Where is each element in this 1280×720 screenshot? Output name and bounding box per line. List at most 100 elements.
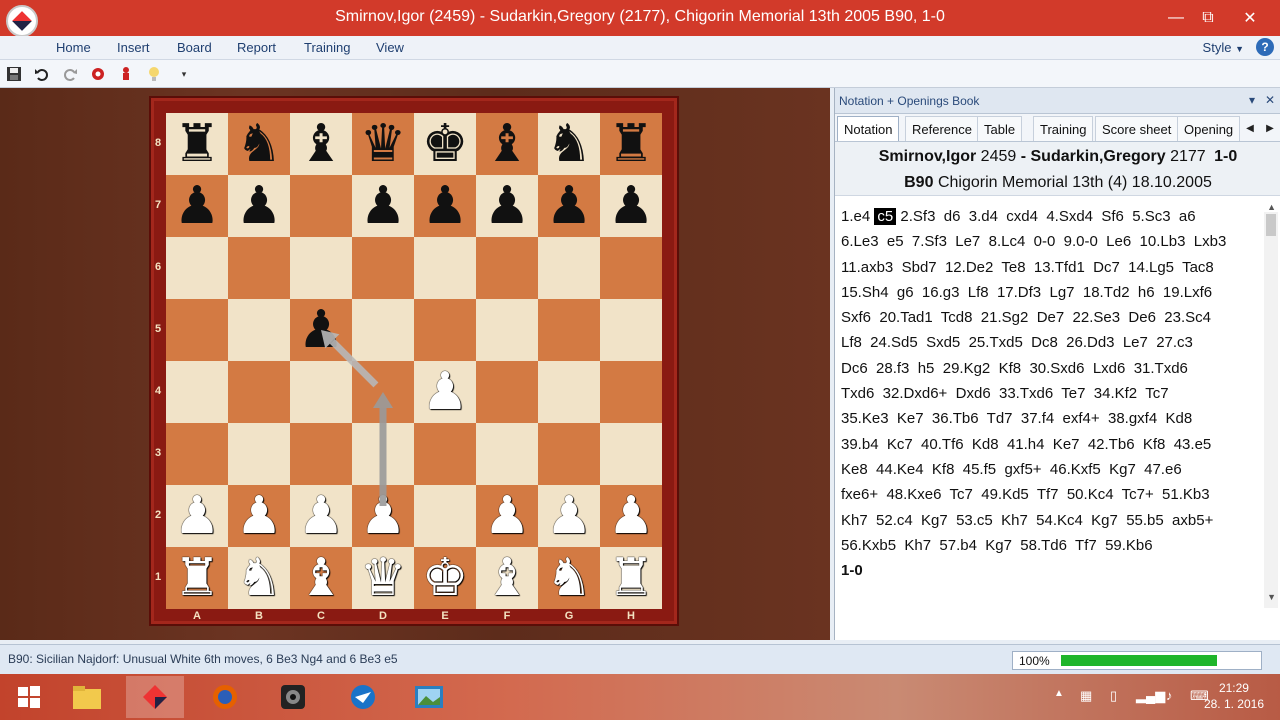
square-h4[interactable]	[600, 361, 662, 423]
tray-expand-icon[interactable]: ▲	[1054, 688, 1064, 699]
square-b1[interactable]: ♞	[228, 547, 290, 609]
white-rook-icon[interactable]: ♜	[608, 552, 655, 604]
file-explorer-icon[interactable]	[58, 676, 116, 718]
square-d2[interactable]: ♟	[352, 485, 414, 547]
menu-report[interactable]: Report	[237, 40, 276, 55]
help-icon[interactable]: ?	[1256, 38, 1274, 56]
square-g8[interactable]: ♞	[538, 113, 600, 175]
tab-scroll-left-icon[interactable]: ◀	[1241, 118, 1259, 138]
white-queen-icon[interactable]: ♛	[360, 552, 407, 604]
white-pawn-icon[interactable]: ♟	[422, 366, 469, 418]
chessbase-icon[interactable]	[126, 676, 184, 718]
move-line[interactable]: 35.Ke3 Ke7 36.Tb6 Td7 37.f4 exf4+ 38.gxf…	[841, 406, 1261, 431]
piece-icon[interactable]	[116, 64, 136, 84]
square-e5[interactable]	[414, 299, 476, 361]
white-bishop-icon[interactable]: ♝	[484, 552, 531, 604]
customize-icon[interactable]: ▾	[174, 64, 194, 84]
close-button[interactable]: ✕	[1232, 0, 1268, 36]
move-line[interactable]: 6.Le3 e5 7.Sf3 Le7 8.Lc4 0-0 9.0-0 Le6 1…	[841, 229, 1261, 254]
move-text[interactable]: 1.e4	[841, 208, 874, 225]
style-menu[interactable]: Style ▼	[1203, 40, 1244, 55]
chess-board[interactable]: ♜ ♞ ♝ ♛ ♚ ♝ ♞ ♜ ♟ ♟ ♟ ♟ ♟ ♟ ♟ ♟ ♟ ♟ ♟ ♟ ♟ ♟ ♟ ♟ ♜ ♞ ♝ ♛ ♚ ♝ ♞ ♜	[166, 113, 662, 609]
white-pawn-icon[interactable]: ♟	[546, 490, 593, 542]
zoom-control[interactable]: 100%	[1012, 651, 1262, 670]
move-text[interactable]: 56.Kxb5 Kh7 57.b4 Kg7 58.Td6 Tf7 59.Kb6	[841, 537, 1153, 554]
move-text[interactable]: Dc6 28.f3 h5 29.Kg2 Kf8 30.Sxd6 Lxd6 31.…	[841, 360, 1188, 377]
square-c6[interactable]	[290, 237, 352, 299]
black-pawn-icon[interactable]: ♟	[546, 180, 593, 232]
square-e6[interactable]	[414, 237, 476, 299]
panel-close-icon[interactable]: ✕	[1265, 93, 1275, 107]
white-pawn-icon[interactable]: ♟	[174, 490, 221, 542]
black-pawn-icon[interactable]: ♟	[298, 304, 345, 356]
square-e1[interactable]: ♚	[414, 547, 476, 609]
square-e4[interactable]: ♟	[414, 361, 476, 423]
square-f6[interactable]	[476, 237, 538, 299]
tab-table[interactable]: Table	[977, 116, 1023, 141]
move-text[interactable]: Lf8 24.Sd5 Sxd5 25.Txd5 Dc8 26.Dd3 Le7 2…	[841, 334, 1193, 351]
square-g4[interactable]	[538, 361, 600, 423]
move-text[interactable]: Sxf6 20.Tad1 Tcd8 21.Sg2 De7 22.Se3 De6 …	[841, 309, 1211, 326]
square-g3[interactable]	[538, 423, 600, 485]
move-line[interactable]: 11.axb3 Sbd7 12.De2 Te8 13.Tfd1 Dc7 14.L…	[841, 255, 1261, 280]
photo-viewer-icon[interactable]	[400, 676, 458, 718]
square-a1[interactable]: ♜	[166, 547, 228, 609]
square-a7[interactable]: ♟	[166, 175, 228, 237]
move-text[interactable]: Ke8 44.Ke4 Kf8 45.f5 gxf5+ 46.Kxf5 Kg7 4…	[841, 461, 1182, 478]
square-d4[interactable]	[352, 361, 414, 423]
move-text[interactable]: 2.Sf3 d6 3.d4 cxd4 4.Sxd4 Sf6 5.Sc3 a6	[896, 208, 1195, 225]
square-f1[interactable]: ♝	[476, 547, 538, 609]
square-b8[interactable]: ♞	[228, 113, 290, 175]
white-pawn-icon[interactable]: ♟	[236, 490, 283, 542]
move-line[interactable]: 39.b4 Kc7 40.Tf6 Kd8 41.h4 Ke7 42.Tb6 Kf…	[841, 432, 1261, 457]
move-line[interactable]: 15.Sh4 g6 16.g3 Lf8 17.Df3 Lg7 18.Td2 h6…	[841, 280, 1261, 305]
black-pawn-icon[interactable]: ♟	[422, 180, 469, 232]
square-a3[interactable]	[166, 423, 228, 485]
square-b5[interactable]	[228, 299, 290, 361]
menu-board[interactable]: Board	[177, 40, 212, 55]
square-f3[interactable]	[476, 423, 538, 485]
black-knight-icon[interactable]: ♞	[236, 118, 283, 170]
black-king-icon[interactable]: ♚	[422, 118, 469, 170]
move-text[interactable]: fxe6+ 48.Kxe6 Tc7 49.Kd5 Tf7 50.Kc4 Tc7+…	[841, 486, 1210, 503]
black-knight-icon[interactable]: ♞	[546, 118, 593, 170]
square-d7[interactable]: ♟	[352, 175, 414, 237]
square-h2[interactable]: ♟	[600, 485, 662, 547]
move-line[interactable]: 1.e4 c5 2.Sf3 d6 3.d4 cxd4 4.Sxd4 Sf6 5.…	[841, 204, 1261, 229]
black-pawn-icon[interactable]: ♟	[236, 180, 283, 232]
webcam-icon[interactable]	[264, 676, 322, 718]
white-rook-icon[interactable]: ♜	[174, 552, 221, 604]
move-line[interactable]: Ke8 44.Ke4 Kf8 45.f5 gxf5+ 46.Kxf5 Kg7 4…	[841, 457, 1261, 482]
redo-icon[interactable]	[60, 64, 80, 84]
minimize-button[interactable]: —	[1158, 0, 1194, 36]
firefox-icon[interactable]	[196, 676, 254, 718]
move-line[interactable]: Lf8 24.Sd5 Sxd5 25.Txd5 Dc8 26.Dd3 Le7 2…	[841, 330, 1261, 355]
square-a6[interactable]	[166, 237, 228, 299]
tab-reference[interactable]: Reference	[905, 116, 979, 141]
black-bishop-icon[interactable]: ♝	[298, 118, 345, 170]
move-line[interactable]: Kh7 52.c4 Kg7 53.c5 Kh7 54.Kc4 Kg7 55.b5…	[841, 508, 1261, 533]
tab-opening[interactable]: Opening	[1177, 116, 1241, 141]
square-g7[interactable]: ♟	[538, 175, 600, 237]
menu-view[interactable]: View	[376, 40, 404, 55]
thunderbird-icon[interactable]	[334, 676, 392, 718]
tab-training[interactable]: Training	[1033, 116, 1094, 141]
tab-score-sheet[interactable]: Score sheet	[1095, 116, 1179, 141]
square-c8[interactable]: ♝	[290, 113, 352, 175]
square-c3[interactable]	[290, 423, 352, 485]
square-d1[interactable]: ♛	[352, 547, 414, 609]
black-pawn-icon[interactable]: ♟	[360, 180, 407, 232]
square-e2[interactable]	[414, 485, 476, 547]
white-king-icon[interactable]: ♚	[422, 552, 469, 604]
square-f4[interactable]	[476, 361, 538, 423]
square-a4[interactable]	[166, 361, 228, 423]
square-c5[interactable]: ♟	[290, 299, 352, 361]
volume-icon[interactable]: ♪	[1166, 688, 1173, 703]
square-c2[interactable]: ♟	[290, 485, 352, 547]
square-h6[interactable]	[600, 237, 662, 299]
square-g2[interactable]: ♟	[538, 485, 600, 547]
move-line[interactable]: Sxf6 20.Tad1 Tcd8 21.Sg2 De7 22.Se3 De6 …	[841, 305, 1261, 330]
move-line[interactable]: Dc6 28.f3 h5 29.Kg2 Kf8 30.Sxd6 Lxd6 31.…	[841, 356, 1261, 381]
square-h8[interactable]: ♜	[600, 113, 662, 175]
engine-icon[interactable]	[88, 64, 108, 84]
